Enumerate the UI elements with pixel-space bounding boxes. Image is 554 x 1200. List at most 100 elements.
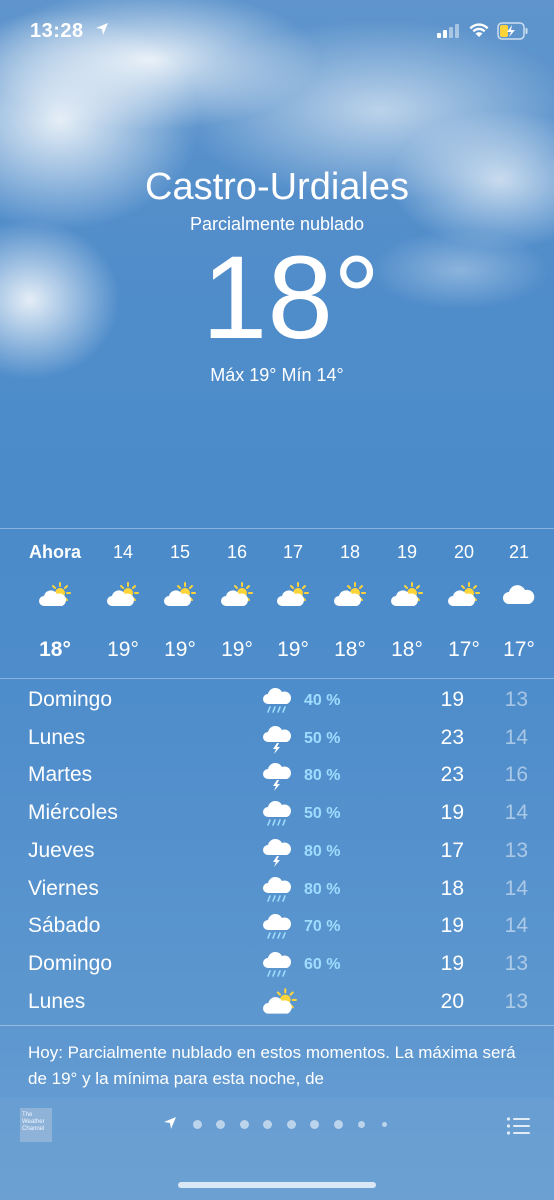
precip-probability: 50 %: [304, 805, 341, 822]
divider: [0, 528, 554, 529]
page-dot: [240, 1120, 249, 1129]
page-dot: [193, 1120, 202, 1129]
day-name: Jueves: [28, 839, 95, 862]
daily-row: Martes 80 % 23 16: [0, 757, 554, 795]
hour-label: 15: [169, 542, 191, 562]
hour-label: 20: [453, 542, 475, 562]
precip-probability: 70 %: [304, 918, 341, 935]
day-min: 14: [504, 801, 528, 824]
hour-label: 21: [508, 542, 530, 562]
thunder-cloud-icon: [262, 724, 294, 754]
hour-temp: 18°: [39, 638, 71, 661]
hour-temp: 19°: [277, 638, 309, 661]
day-name: Domingo: [28, 688, 113, 711]
partly-sunny-icon: [276, 582, 310, 608]
day-max: 19: [440, 914, 464, 937]
precip-probability: 80 %: [304, 881, 341, 898]
status-time: 13:28: [30, 20, 84, 42]
signal-icon: [437, 24, 459, 38]
hour-temp: 19°: [107, 638, 139, 661]
partly-sunny-icon: [220, 582, 254, 608]
hour-label: 14: [112, 542, 134, 562]
hour-label: 18: [339, 542, 361, 562]
day-name: Viernes: [28, 877, 99, 900]
daily-row: Miércoles 50 % 19 14: [0, 795, 554, 833]
daily-row: Viernes 80 % 18 14: [0, 871, 554, 909]
hour-label: 16: [226, 542, 248, 562]
daily-row: Lunes 50 % 23 14: [0, 720, 554, 758]
day-name: Miércoles: [28, 801, 118, 824]
thunder-cloud-icon: [262, 761, 294, 791]
hour-temp: 19°: [221, 638, 253, 661]
day-name: Domingo: [28, 952, 113, 975]
day-min: 16: [504, 763, 528, 786]
daily-row: Domingo 40 % 19 13: [0, 682, 554, 720]
battery-charging-icon: [497, 22, 528, 40]
daily-summary-text: Hoy: Parcialmente nublado en estos momen…: [28, 1043, 516, 1088]
day-min: 13: [504, 990, 528, 1013]
day-min: 14: [504, 726, 528, 749]
precip-probability: 50 %: [304, 730, 341, 747]
partly-sunny-icon: [106, 582, 140, 608]
day-min: 14: [504, 914, 528, 937]
precip-probability: 80 %: [304, 767, 341, 784]
daily-row: Jueves 80 % 17 13: [0, 833, 554, 871]
partly-sunny-icon: [38, 582, 72, 608]
rain-cloud-icon: [262, 686, 294, 716]
day-name: Sábado: [28, 914, 101, 937]
daily-row: Lunes 20 13: [0, 984, 554, 1022]
page-dot: [382, 1122, 387, 1127]
city-name: Castro-Urdiales: [145, 166, 409, 208]
thunder-cloud-icon: [262, 837, 294, 867]
day-max: 23: [440, 726, 464, 749]
rain-cloud-icon: [262, 799, 294, 829]
home-indicator[interactable]: [178, 1182, 376, 1188]
cloud-icon: [502, 582, 536, 608]
day-name: Lunes: [28, 726, 86, 749]
day-max: 23: [440, 763, 464, 786]
wifi-icon: [469, 23, 489, 37]
daily-row: Sábado 70 % 19 14: [0, 908, 554, 946]
page-dot: [263, 1120, 272, 1129]
hourly-forecast[interactable]: Ahora 18° 14 19° 15 19° 16 19° 17 19° 18…: [0, 530, 554, 678]
list-icon[interactable]: [506, 1116, 530, 1136]
day-max: 18: [440, 877, 464, 900]
location-arrow-icon: [96, 23, 108, 35]
partly-sunny-icon: [163, 582, 197, 608]
partly-sunny-icon: [390, 582, 424, 608]
page-dot: [310, 1120, 319, 1129]
page-dot: [358, 1121, 365, 1128]
day-max: 20: [440, 990, 464, 1013]
day-max: 17: [440, 839, 464, 862]
rain-cloud-icon: [262, 950, 294, 980]
hour-label: Ahora: [28, 542, 81, 562]
status-bar: 13:28: [0, 0, 554, 60]
day-max: 19: [440, 688, 464, 711]
page-dot: [287, 1120, 296, 1129]
hour-temp: 17°: [503, 638, 535, 661]
rain-cloud-icon: [262, 875, 294, 905]
divider: [0, 678, 554, 679]
day-min: 13: [504, 688, 528, 711]
day-name: Martes: [28, 763, 93, 786]
rain-cloud-icon: [262, 912, 294, 942]
day-name: Lunes: [28, 990, 86, 1013]
day-min: 14: [504, 877, 528, 900]
hour-label: 17: [282, 542, 304, 562]
hour-temp: 18°: [391, 638, 423, 661]
divider: [0, 1025, 554, 1026]
current-temperature: 18°: [201, 232, 381, 364]
partly-sunny-icon: [447, 582, 481, 608]
precip-probability: 80 %: [304, 843, 341, 860]
high-low-temperature: Máx 19° Mín 14°: [210, 365, 344, 385]
day-max: 19: [440, 952, 464, 975]
day-min: 13: [504, 952, 528, 975]
daily-row: Domingo 60 % 19 13: [0, 946, 554, 984]
location-arrow-icon: [164, 1117, 176, 1129]
hour-label: 19: [396, 542, 418, 562]
page-dot: [216, 1120, 225, 1129]
weather-channel-logo[interactable]: The Weather Channel: [20, 1108, 52, 1142]
hour-temp: 17°: [448, 638, 480, 661]
partly-sunny-icon: [333, 582, 367, 608]
hour-temp: 19°: [164, 638, 196, 661]
